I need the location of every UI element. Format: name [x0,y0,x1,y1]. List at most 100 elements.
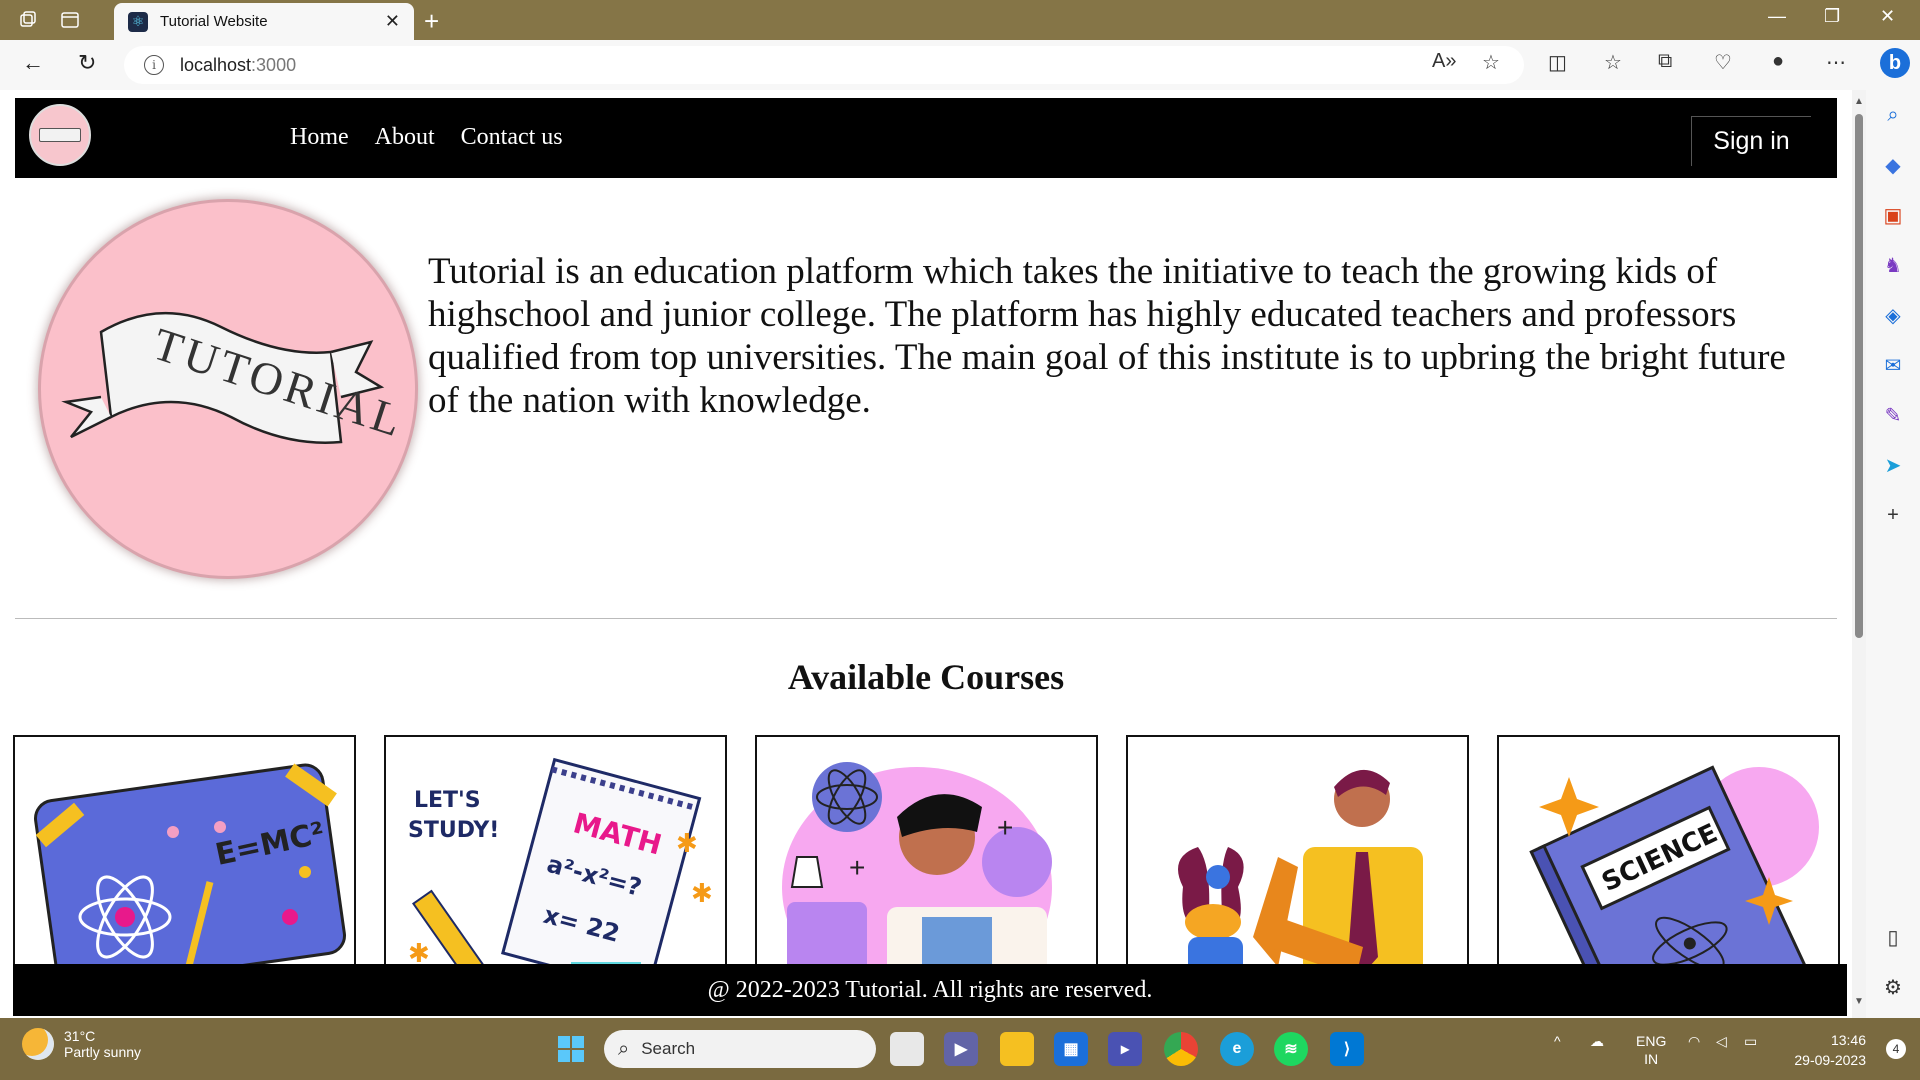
search-icon[interactable]: ⌕ [1880,102,1906,128]
restore-icon[interactable]: ❐ [1824,6,1840,27]
browser-tab[interactable]: ⚛ Tutorial Website ✕ [114,3,414,40]
nav-about[interactable]: About [375,124,435,151]
nav-home[interactable]: Home [290,124,349,151]
sidebar-toggle-icon[interactable]: ▯ [1880,924,1906,950]
partly-sunny-icon [22,1028,54,1060]
svg-text:+: + [997,812,1013,843]
games-icon[interactable]: ♞ [1880,252,1906,278]
browser-title-bar: ⚛ Tutorial Website ✕ + — ❐ ✕ [0,0,1920,40]
more-menu-icon[interactable]: ⋯ [1826,50,1846,75]
tab-actions-icon[interactable] [58,8,82,32]
shopping-icon[interactable]: ◆ [1880,152,1906,178]
clock[interactable]: 13:46 29-09-2023 [1794,1030,1866,1070]
workspaces-icon[interactable] [16,8,40,32]
search-placeholder: Search [641,1039,696,1058]
favorite-star-icon[interactable]: ☆ [1482,50,1500,75]
collections-icon[interactable]: ⧉ [1658,50,1672,73]
microsoft365-icon[interactable]: ◈ [1880,302,1906,328]
react-icon: ⚛ [128,11,148,32]
windows-start-icon[interactable] [554,1032,588,1066]
minimize-icon[interactable]: — [1768,6,1786,27]
weather-condition: Partly sunny [64,1044,142,1060]
svg-text:✱: ✱ [691,878,713,908]
spotify-icon[interactable]: ≋ [1274,1032,1308,1066]
nav-links: Home About Contact us [290,124,563,151]
profile-icon[interactable]: ● [1772,50,1784,73]
site-description: Tutorial is an education platform which … [428,251,1786,421]
course-card-chemistry[interactable]: + + [755,735,1098,995]
drop-icon[interactable]: ➤ [1880,452,1906,478]
math-notebook-illustration: LET'S STUDY! MATH a²-x²=? x= 22 ✱ ✱ ✱ [408,757,713,993]
settings-gear-icon[interactable]: ⚙ [1880,974,1906,1000]
site-footer: @ 2022-2023 Tutorial. All rights are res… [13,964,1847,1016]
split-screen-icon[interactable]: ◫ [1548,50,1567,75]
scroll-down-icon[interactable]: ▼ [1854,996,1864,1007]
language-indicator[interactable]: ENG IN [1636,1032,1666,1068]
back-icon[interactable]: ← [22,50,44,76]
lets-text: LET'S [414,788,481,813]
outlook-icon[interactable]: ✉ [1880,352,1906,378]
vscode-icon[interactable]: ⟩ [1330,1032,1364,1066]
url-field[interactable]: i localhost:3000 [124,46,1524,84]
course-card-physics[interactable]: E=MC² [13,735,356,995]
media-app-icon[interactable]: ▸ [1108,1032,1142,1066]
course-card-math[interactable]: LET'S STUDY! MATH a²-x²=? x= 22 ✱ ✱ ✱ [384,735,727,995]
volume-icon[interactable]: ◁ [1716,1032,1727,1050]
notification-badge[interactable]: 4 [1886,1039,1906,1059]
weather-widget[interactable]: 31°C Partly sunny [22,1028,141,1060]
taskbar-search[interactable]: ⌕ Search [604,1030,876,1068]
copilot-icon[interactable]: b [1880,48,1910,78]
site-navbar: Home About Contact us Sign in [15,98,1837,178]
svg-text:+: + [849,852,865,883]
svg-text:✱: ✱ [676,828,698,858]
designer-icon[interactable]: ✎ [1880,402,1906,428]
close-window-icon[interactable]: ✕ [1880,6,1895,27]
read-aloud-icon[interactable]: A» [1432,50,1456,73]
tab-title: Tutorial Website [160,13,268,30]
course-card-biology[interactable] [1126,735,1469,995]
chrome-icon[interactable] [1164,1032,1198,1066]
wifi-icon[interactable]: ◠ [1688,1032,1700,1050]
scroll-up-icon[interactable]: ▲ [1854,96,1864,107]
study-text: STUDY! [408,818,499,843]
sign-in-button[interactable]: Sign in [1691,116,1811,166]
site-logo[interactable] [29,104,91,166]
page-scrollbar[interactable]: ▲ ▼ [1852,90,1866,1018]
courses-heading: Available Courses [787,657,1065,697]
refresh-icon[interactable]: ↻ [78,50,96,76]
favorites-icon[interactable]: ☆ [1604,50,1622,75]
divider [15,618,1837,619]
nav-contact[interactable]: Contact us [461,124,563,151]
url-text: localhost:3000 [180,54,297,75]
chemistry-scientist-illustration: + + [782,762,1052,993]
banner-icon [39,128,81,142]
search-icon: ⌕ [618,1037,630,1060]
show-hidden-icons[interactable]: ^ [1554,1032,1561,1050]
teams-icon[interactable]: ▶ [944,1032,978,1066]
new-tab-button[interactable]: + [424,6,439,37]
clock-time: 13:46 [1830,1032,1866,1048]
task-view-icon[interactable] [890,1032,924,1066]
address-bar-row: ← ↻ i localhost:3000 A» ☆ ◫ ☆ ⧉ ♡ ● ⋯ [0,40,1920,90]
clock-date: 29-09-2023 [1794,1052,1866,1068]
browser-essentials-icon[interactable]: ♡ [1714,50,1732,75]
store-icon[interactable]: ▦ [1054,1032,1088,1066]
windows-taskbar: 31°C Partly sunny ⌕ Search ▶ ▦ ▸ e ≋ ⟩ ^… [0,1018,1920,1080]
scroll-thumb[interactable] [1855,114,1863,638]
physics-board-illustration: E=MC² [34,763,346,991]
biology-student-illustration [1178,769,1423,993]
course-card-science[interactable]: SCIENCE [1497,735,1840,995]
edge-sidebar: b ⌕ ◆ ▣ ♞ ◈ ✉ ✎ ➤ + ▯ ⚙ [1866,40,1920,1018]
science-book-illustration: SCIENCE [1529,765,1819,993]
add-icon[interactable]: + [1880,502,1906,528]
battery-icon[interactable]: ▭ [1744,1032,1757,1050]
info-icon[interactable]: i [144,55,164,75]
file-explorer-icon[interactable] [1000,1032,1034,1066]
tools-icon[interactable]: ▣ [1880,202,1906,228]
weather-temp: 31°C [64,1028,96,1044]
onedrive-icon[interactable]: ☁ [1590,1032,1604,1050]
tab-close-icon[interactable]: ✕ [385,11,400,32]
page-viewport: Home About Contact us Sign in TUTORIAL T… [0,90,1852,1018]
tutorial-logo: TUTORIAL [41,202,415,576]
edge-icon[interactable]: e [1220,1032,1254,1066]
